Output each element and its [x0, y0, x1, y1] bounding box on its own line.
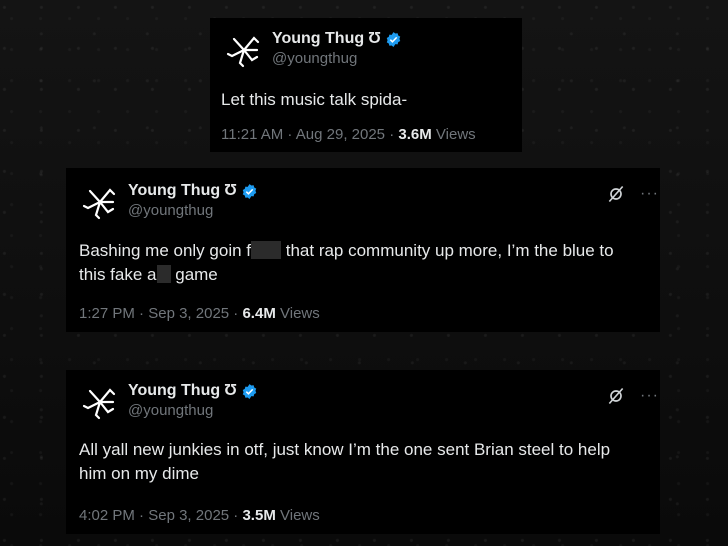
grok-icon[interactable] [606, 184, 626, 204]
tweet-line: All yall new junkies in otf, just know I… [79, 440, 611, 459]
tweet-meta: 11:21 AM · Aug 29, 2025 · 3.6M Views [221, 126, 476, 143]
views-count: 3.6M [398, 126, 432, 143]
tweet-card[interactable]: Young Thug Ʊ @youngthug Let this music t… [210, 18, 522, 152]
grok-icon[interactable] [606, 386, 626, 406]
handle[interactable]: @youngthug [272, 50, 402, 67]
views-label: Views [435, 126, 476, 143]
handle[interactable]: @youngthug [128, 402, 258, 419]
tweet-text-segment: game [175, 265, 218, 284]
tweet-line: Let this music talk spida- [221, 90, 408, 109]
name-symbol: Ʊ [224, 382, 237, 399]
separator: · [134, 305, 149, 322]
verified-badge-icon [386, 31, 401, 47]
more-options-icon[interactable]: ··· [640, 387, 659, 405]
tweet-line: him on my dime [79, 464, 199, 483]
tweet-text: All yall new junkies in otf, just know I… [79, 438, 654, 486]
tweet-actions: ··· [606, 386, 659, 406]
views-label: Views [280, 305, 320, 322]
display-name[interactable]: Young Thug [128, 382, 220, 400]
separator: · [134, 507, 149, 524]
tweet-time[interactable]: 1:27 PM [79, 305, 135, 322]
separator: · [229, 305, 243, 322]
spider-logo-icon[interactable] [80, 382, 120, 422]
tweet-text-segment: this fake a [79, 265, 157, 284]
display-name[interactable]: Young Thug [128, 182, 220, 200]
tweet-time[interactable]: 4:02 PM [79, 507, 135, 524]
more-options-icon[interactable]: ··· [640, 185, 659, 203]
tweet-time[interactable]: 11:21 AM [221, 126, 283, 143]
spider-logo-icon[interactable] [224, 30, 264, 70]
tweet-text: Bashing me only goin f that rap communit… [79, 239, 654, 287]
display-name[interactable]: Young Thug [272, 30, 364, 48]
verified-badge-icon [242, 383, 257, 399]
censor-block [251, 241, 281, 259]
verified-badge-icon [242, 183, 257, 199]
tweet-text-segment: that rap community up more, I’m the blue… [285, 241, 614, 260]
views-count: 3.5M [242, 507, 276, 524]
tweet-meta: 1:27 PM · Sep 3, 2025 · 6.4M Views [79, 305, 320, 322]
separator: · [229, 507, 243, 524]
separator: · [385, 126, 399, 143]
tweet-meta: 4:02 PM · Sep 3, 2025 · 3.5M Views [79, 507, 320, 524]
spider-logo-icon[interactable] [80, 182, 120, 222]
tweet-date[interactable]: Aug 29, 2025 [296, 126, 385, 143]
tweet-text: Let this music talk spida- [221, 88, 516, 112]
tweet-text-segment: Bashing me only goin f [79, 241, 251, 260]
tweet-card[interactable]: Young Thug Ʊ @youngthug ··· All yall new… [66, 370, 660, 534]
tweet-card[interactable]: Young Thug Ʊ @youngthug ··· Bashing me o… [66, 168, 660, 332]
tweet-actions: ··· [606, 184, 659, 204]
censor-block [156, 265, 171, 283]
separator: · [283, 126, 296, 143]
name-symbol: Ʊ [368, 30, 381, 47]
name-symbol: Ʊ [224, 182, 237, 199]
tweet-date[interactable]: Sep 3, 2025 [148, 507, 229, 524]
views-count: 6.4M [242, 305, 276, 322]
tweet-date[interactable]: Sep 3, 2025 [148, 305, 229, 322]
views-label: Views [280, 507, 320, 524]
handle[interactable]: @youngthug [128, 202, 258, 219]
